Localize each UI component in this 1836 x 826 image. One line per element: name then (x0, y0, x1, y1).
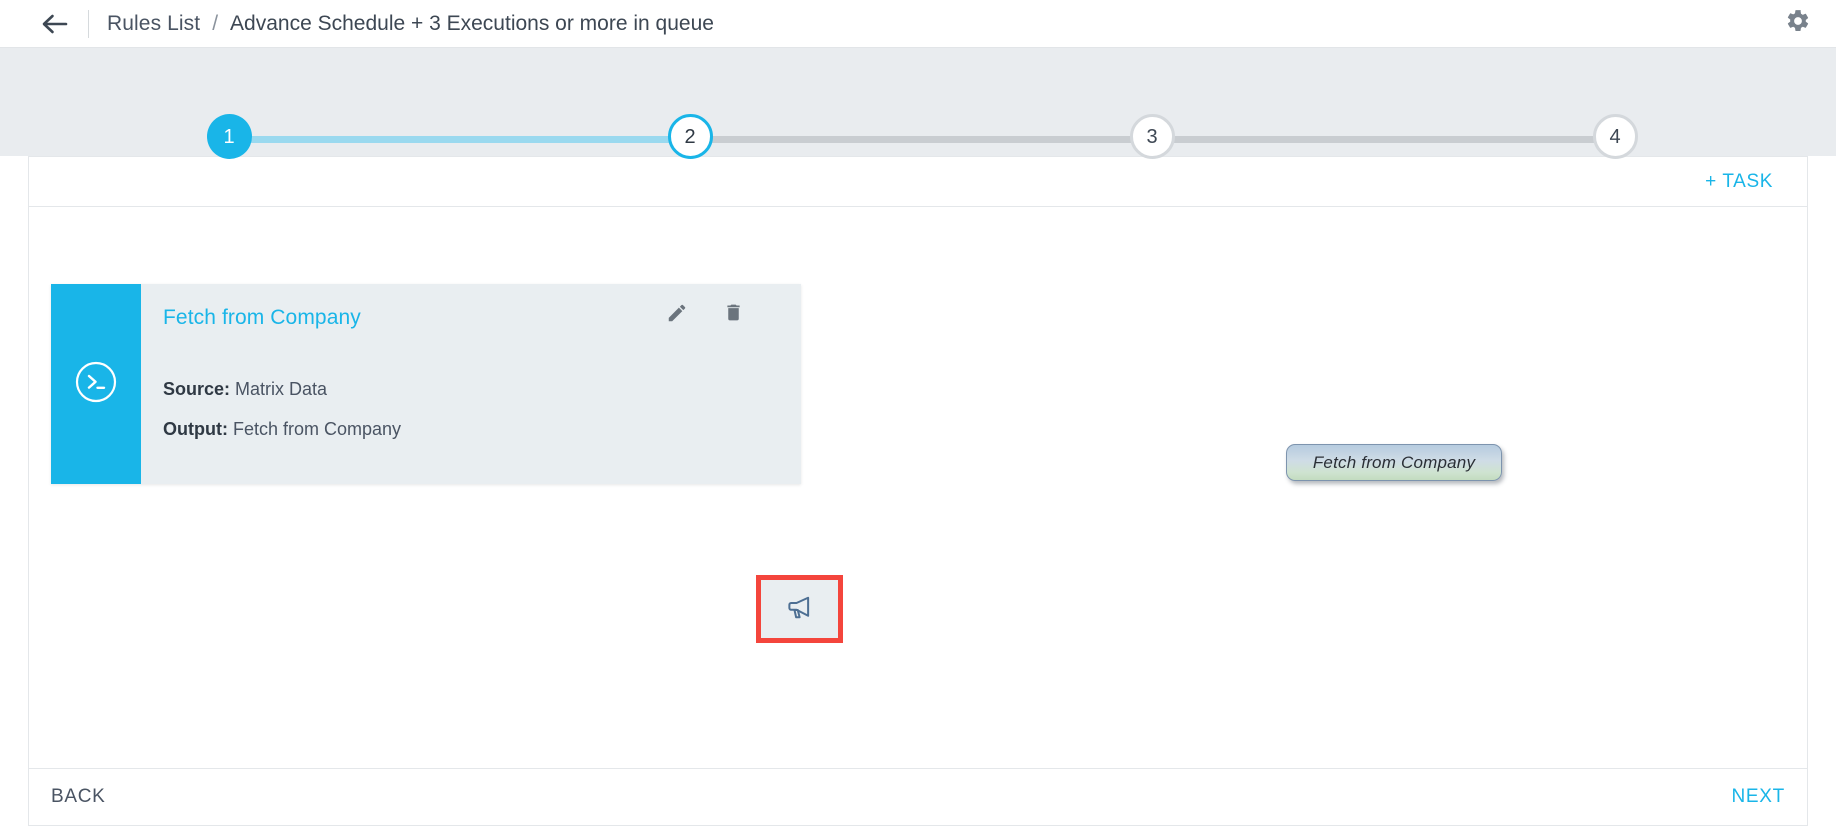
delete-task-button[interactable] (721, 302, 745, 328)
step-number-4: 4 (1592, 114, 1638, 159)
task-card-actions (665, 302, 745, 328)
terminal-icon (74, 360, 118, 409)
graph-node-fetch-from-company[interactable]: Fetch from Company (1286, 444, 1502, 481)
trash-icon (723, 301, 744, 329)
announce-button-highlight (756, 575, 843, 643)
step-number-1: 1 (206, 114, 252, 159)
gear-icon (1785, 8, 1811, 39)
step-number-2: 2 (667, 114, 713, 159)
task-source-label: Source: (163, 379, 231, 399)
add-task-button[interactable]: + TASK (1705, 171, 1773, 193)
task-card[interactable]: Fetch from Company Source: Matrix Data O… (51, 284, 801, 484)
arrow-left-icon (41, 13, 69, 35)
megaphone-icon (785, 592, 815, 627)
settings-button[interactable] (1782, 8, 1814, 40)
pencil-icon (666, 302, 688, 329)
wizard-stepper: 1 Edit Rule 2 Setup Rule 3 Setup Action … (0, 48, 1836, 191)
graph-node-label: Fetch from Company (1312, 452, 1476, 472)
task-icon-column (51, 284, 141, 484)
back-navigation-button[interactable] (38, 7, 72, 41)
task-output-label: Output: (163, 419, 228, 439)
rule-editor-page: Rules List / Advance Schedule + 3 Execut… (0, 0, 1836, 826)
task-card-body: Fetch from Company Source: Matrix Data O… (141, 284, 801, 484)
header-divider (88, 9, 89, 38)
task-output-row: Output: Fetch from Company (163, 419, 401, 440)
top-bar: Rules List / Advance Schedule + 3 Execut… (0, 0, 1836, 48)
task-source-row: Source: Matrix Data (163, 379, 327, 400)
breadcrumb-rules-list[interactable]: Rules List (107, 12, 200, 36)
task-source-value: Matrix Data (235, 379, 328, 399)
rule-setup-panel: + TASK Fetch from Company Source: Matrix… (28, 156, 1808, 768)
panel-toolbar: + TASK (29, 157, 1807, 207)
edit-task-button[interactable] (665, 302, 689, 328)
back-button[interactable]: BACK (51, 786, 106, 808)
page-title: Advance Schedule + 3 Executions or more … (230, 11, 714, 35)
breadcrumb-separator: / (212, 11, 219, 35)
task-output-value: Fetch from Company (232, 419, 402, 439)
wizard-footer: BACK NEXT (28, 768, 1808, 826)
step-number-3: 3 (1129, 114, 1175, 159)
announce-task-button[interactable] (761, 580, 838, 638)
panel-body: Fetch from Company Source: Matrix Data O… (29, 207, 1807, 768)
next-button[interactable]: NEXT (1732, 786, 1785, 808)
